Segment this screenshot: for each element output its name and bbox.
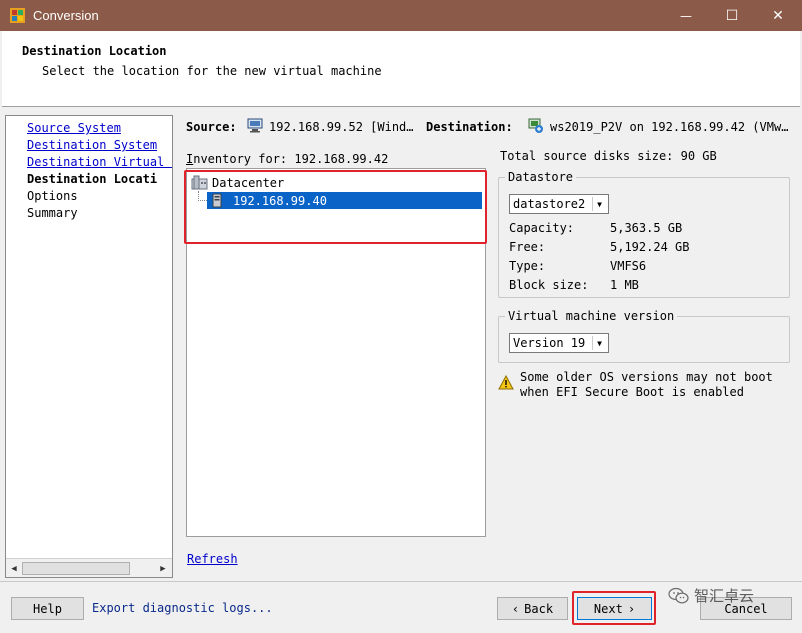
back-button[interactable]: ‹ Back — [497, 597, 568, 620]
nav-item-source-system[interactable]: Source System — [27, 121, 121, 135]
source-label: Source: — [186, 120, 237, 134]
capacity-label: Capacity: — [509, 221, 575, 235]
capacity-value: 5,363.5 GB — [610, 221, 683, 235]
nav-item-destination-virtual-machine[interactable]: Destination Virtual M — [27, 155, 172, 169]
help-button-label: Help — [33, 601, 62, 616]
scrollbar-thumb[interactable] — [22, 562, 130, 575]
page-subtitle: Select the location for the new virtual … — [42, 64, 382, 78]
watermark-text: 智汇卓云 — [694, 587, 755, 605]
wizard-step-list: Source System Destination System Destina… — [5, 115, 173, 578]
destination-value: ws2019_P2V on 192.168.99.42 (VMw… — [550, 120, 789, 134]
refresh-link[interactable]: Refresh — [187, 552, 238, 566]
tree-connector-branch — [198, 200, 207, 201]
datastore-legend: Datastore — [505, 170, 577, 184]
datastore-selected-value: datastore2 — [513, 197, 586, 211]
nav-item-destination-system[interactable]: Destination System — [27, 138, 157, 152]
tree-node-label: 192.168.99.40 — [233, 193, 327, 208]
nav-item-options: Options — [27, 189, 78, 203]
inventory-label-text: nventory for: — [193, 152, 288, 166]
tree-node-host[interactable]: 192.168.99.40 — [211, 193, 327, 208]
back-button-label: Back — [524, 601, 554, 616]
warning-icon — [498, 375, 514, 390]
datacenter-icon — [191, 175, 208, 190]
destination-label: Destination: — [426, 120, 513, 134]
vm-version-legend: Virtual machine version — [505, 309, 678, 323]
export-diagnostic-logs-link[interactable]: Export diagnostic logs... — [92, 601, 273, 615]
inventory-host: 192.168.99.42 — [294, 152, 389, 166]
total-disk-value: 90 GB — [680, 149, 717, 163]
vm-version-select[interactable]: Version 19 ▼ — [509, 333, 609, 353]
maximize-button[interactable]: ☐ — [709, 0, 755, 31]
next-button-label: Next — [593, 601, 623, 616]
close-icon: ✕ — [772, 7, 784, 24]
wizard-header: Destination Location Select the location… — [2, 31, 800, 107]
inventory-tree[interactable] — [186, 168, 486, 537]
wechat-logo-icon — [668, 587, 689, 603]
vm-version-selected-value: Version 19 — [513, 336, 586, 350]
nav-item-destination-location: Destination Locati — [27, 172, 158, 186]
minimize-icon: — — [680, 8, 692, 23]
scroll-right-icon[interactable]: ▶ — [156, 561, 170, 576]
footer-divider — [0, 581, 802, 582]
computer-icon — [247, 118, 263, 133]
source-value: 192.168.99.52 [Wind… — [269, 120, 414, 134]
datastore-select[interactable]: datastore2 ▼ — [509, 194, 609, 214]
chevron-down-icon: ▼ — [592, 197, 606, 211]
total-disk-size: Total source disks size: 90 GB — [500, 149, 717, 163]
total-disk-label: Total source disks size: — [500, 149, 674, 163]
chevron-down-icon: ▼ — [592, 336, 606, 350]
warning-line-2: when EFI Secure Boot is enabled — [520, 385, 744, 399]
free-label: Free: — [509, 240, 546, 254]
free-value: 5,192.24 GB — [610, 240, 690, 254]
nav-horizontal-scrollbar[interactable]: ◀ ▶ — [6, 558, 172, 577]
page-title: Destination Location — [22, 44, 167, 58]
inventory-label: Inventory for: 192.168.99.42 — [186, 152, 388, 166]
nav-item-summary: Summary — [27, 206, 78, 220]
vmware-converter-icon — [10, 8, 25, 23]
help-button[interactable]: Help — [11, 597, 84, 620]
tree-node-datacenter[interactable]: Datacenter — [191, 175, 284, 190]
back-arrow-icon: ‹ — [511, 601, 520, 616]
minimize-button[interactable]: — — [663, 0, 709, 31]
watermark: 智汇卓云 — [668, 585, 754, 606]
next-arrow-icon: › — [627, 601, 636, 616]
virtual-machine-icon — [528, 118, 543, 133]
next-button[interactable]: Next › — [577, 597, 652, 620]
maximize-icon: ☐ — [725, 7, 739, 24]
close-button[interactable]: ✕ — [755, 0, 801, 31]
tree-node-label: Datacenter — [212, 175, 285, 190]
type-label: Type: — [509, 259, 546, 273]
window-title: Conversion — [33, 8, 99, 23]
type-value: VMFS6 — [610, 259, 647, 273]
warning-line-1: Some older OS versions may not boot — [520, 370, 773, 384]
title-bar: Conversion — ☐ ✕ — [0, 0, 802, 31]
host-icon — [212, 193, 222, 208]
block-size-label: Block size: — [509, 278, 589, 292]
scroll-left-icon[interactable]: ◀ — [7, 561, 21, 576]
block-size-value: 1 MB — [610, 278, 639, 292]
